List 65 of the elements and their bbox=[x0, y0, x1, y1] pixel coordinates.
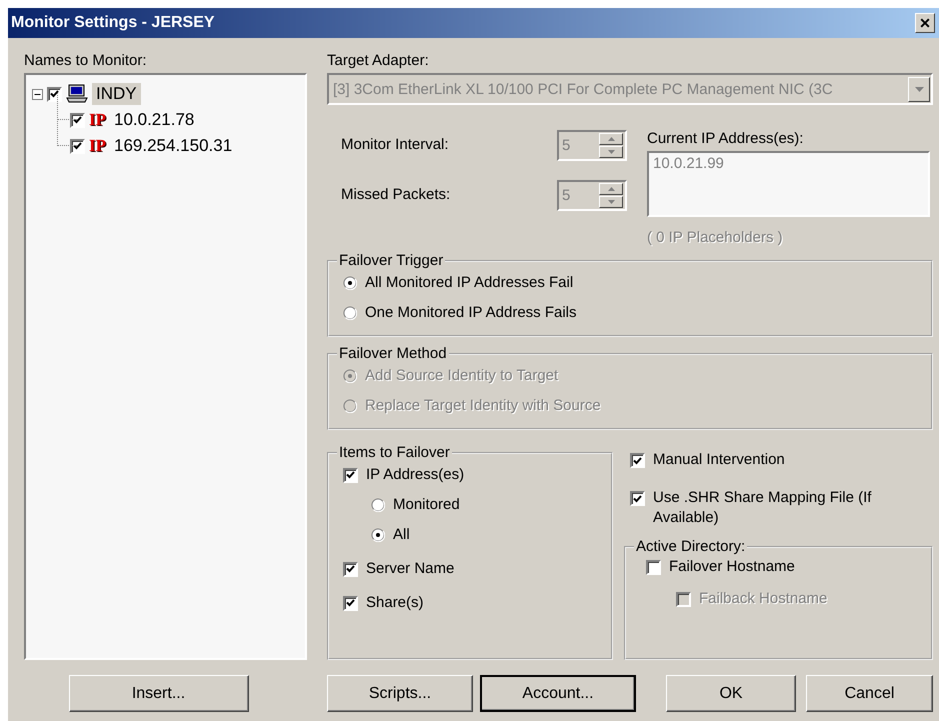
checkbox[interactable] bbox=[343, 562, 358, 576]
caret-down-icon bbox=[914, 86, 924, 92]
option-label: One Monitored IP Address Fails bbox=[365, 303, 576, 323]
checkbox[interactable] bbox=[646, 560, 661, 574]
checkbox[interactable] bbox=[630, 453, 645, 468]
tree-item[interactable]: 10.0.21.78 bbox=[110, 109, 198, 131]
dialog-button[interactable]: Account... bbox=[480, 675, 636, 712]
caret-up-icon bbox=[608, 186, 614, 190]
radio-button[interactable] bbox=[343, 276, 357, 290]
option-label: Failover Hostname bbox=[669, 557, 795, 577]
checkmark-icon bbox=[346, 599, 355, 607]
checkmark-icon bbox=[633, 494, 642, 502]
group-title: Items to Failover bbox=[338, 444, 451, 461]
insert-button[interactable]: Insert... bbox=[68, 675, 248, 712]
dialog-button[interactable]: Scripts... bbox=[327, 675, 473, 712]
group-title: Failover Trigger bbox=[338, 252, 444, 269]
field-label: Current IP Address(es): bbox=[647, 130, 804, 147]
field-label: Target Adapter: bbox=[327, 52, 430, 69]
placeholder-note: ( 0 IP Placeholders ) bbox=[647, 229, 784, 246]
window-title: Monitor Settings - JERSEY bbox=[11, 14, 215, 32]
close-button[interactable]: × bbox=[915, 13, 935, 33]
dialog-button[interactable]: OK bbox=[666, 675, 796, 712]
collapse-icon[interactable] bbox=[32, 88, 43, 100]
option-label: Replace Target Identity with Source bbox=[365, 396, 601, 416]
option-label: Add Source Identity to Target bbox=[365, 366, 558, 386]
option-label: Monitored bbox=[393, 495, 460, 515]
caret-down-icon bbox=[608, 200, 614, 204]
ip-address-list[interactable]: 10.0.21.99 bbox=[647, 151, 930, 217]
option-label: Failback Hostname bbox=[699, 589, 828, 609]
checkbox[interactable] bbox=[343, 468, 358, 482]
tree-view[interactable]: INDY IP 10.0.21.78 IP 169.254.150.31 bbox=[24, 73, 307, 660]
caret-down-icon bbox=[608, 150, 614, 154]
checkbox[interactable] bbox=[343, 596, 358, 610]
checkmark-icon bbox=[633, 456, 642, 464]
checkmark-icon bbox=[346, 565, 355, 573]
field-label: Missed Packets: bbox=[341, 185, 450, 205]
checkbox[interactable] bbox=[47, 86, 62, 102]
dialog-button[interactable]: Cancel bbox=[806, 675, 933, 712]
tree-item[interactable]: INDY bbox=[92, 83, 141, 105]
ip-label: IP bbox=[89, 136, 106, 156]
option-label: Manual Intervention bbox=[653, 450, 785, 470]
caret-up-icon bbox=[608, 136, 614, 140]
option-label: Share(s) bbox=[366, 593, 424, 613]
field-label: Monitor Interval: bbox=[341, 135, 449, 155]
checkmark-icon bbox=[50, 90, 59, 98]
field-label: Names to Monitor: bbox=[24, 52, 148, 69]
computer-icon bbox=[66, 84, 88, 104]
checkmark-icon bbox=[73, 116, 82, 124]
checkmark-icon bbox=[346, 471, 355, 479]
option-label: Server Name bbox=[366, 559, 454, 579]
ip-label: IP bbox=[89, 110, 106, 130]
tree-item[interactable]: 169.254.150.31 bbox=[110, 135, 236, 157]
group-title: Failover Method bbox=[338, 345, 448, 362]
radio-button[interactable] bbox=[371, 498, 385, 512]
checkmark-icon bbox=[73, 142, 82, 150]
option-label: All bbox=[393, 525, 410, 545]
radio-button[interactable] bbox=[371, 528, 385, 542]
option-label: IP Address(es) bbox=[366, 465, 464, 485]
checkbox[interactable] bbox=[630, 491, 645, 506]
radio-button[interactable] bbox=[343, 306, 357, 320]
option-label: All Monitored IP Addresses Fail bbox=[365, 273, 574, 293]
group-title: Active Directory: bbox=[635, 538, 746, 555]
checkbox[interactable] bbox=[70, 112, 85, 128]
option-label: Use .SHR Share Mapping File (If Available) bbox=[653, 488, 872, 528]
checkbox[interactable] bbox=[70, 138, 85, 154]
